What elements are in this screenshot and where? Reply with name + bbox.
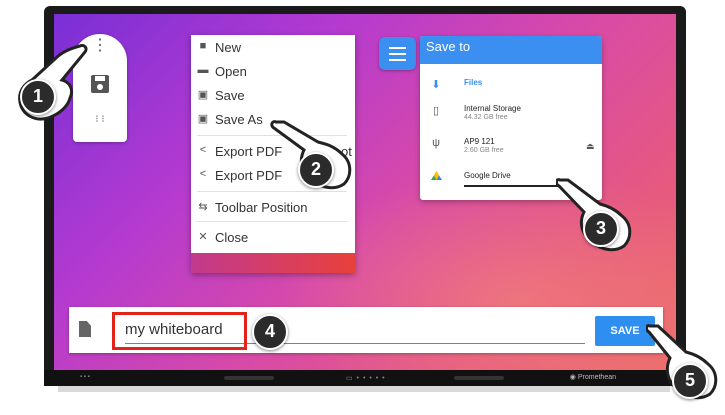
destination-name: Files [464, 78, 483, 87]
menu-item-label: Save [215, 88, 245, 103]
step-badge-2: 2 [298, 152, 334, 188]
destination-name: Internal Storage [464, 104, 521, 113]
hamburger-icon [389, 53, 406, 55]
step-badge-4: 4 [252, 314, 288, 350]
file-icon [79, 321, 91, 337]
save-icon: ▣ [197, 89, 209, 101]
speaker-grille [224, 376, 274, 380]
menu-item-label: Toolbar Position [215, 200, 308, 215]
menu-gradient-strip [191, 253, 355, 273]
toolbar-position-icon: ⇆ [198, 201, 208, 213]
menu-item-label: Save As [215, 112, 263, 127]
menu-toggle-button[interactable] [379, 37, 416, 70]
save-as-icon: ▣ [197, 113, 209, 125]
share-icon: < [199, 144, 207, 156]
menu-item-label: Open [215, 64, 247, 79]
monitor-bottom-bar: ▪ ▪ ▪ ▭ • • • • • ◉ Promethean [44, 370, 686, 386]
menu-divider [197, 221, 347, 222]
brand-name: Promethean [577, 374, 616, 381]
step-badge-3: 3 [583, 211, 619, 247]
speaker-grille [454, 376, 504, 380]
step-badge-5: 5 [672, 363, 708, 399]
step-badge-1: 1 [20, 79, 56, 115]
save-to-title: Save to [420, 36, 602, 64]
brand-logo: ◉ Promethean [569, 374, 616, 381]
menu-item-toolbar-position[interactable]: ⇆ Toolbar Position [191, 197, 355, 219]
destination-free-space: 44.32 GB free [464, 114, 508, 121]
menu-item-close[interactable]: ✕ Close [191, 227, 355, 249]
destination-name: Google Drive [464, 171, 511, 180]
folder-icon: ▬ [197, 64, 209, 76]
google-drive-icon [430, 171, 442, 184]
destination-name: AP9 121 [464, 137, 495, 146]
hamburger-icon [389, 59, 406, 61]
new-file-icon: ■ [199, 40, 207, 52]
monitor-stand [58, 386, 670, 392]
drive-underline [464, 185, 559, 187]
menu-item-label: Close [215, 230, 249, 245]
download-icon: ⬇ [431, 79, 441, 91]
eject-icon[interactable]: ⏏ [586, 141, 595, 152]
menu-item-open[interactable]: ▬ Open [191, 61, 355, 83]
front-buttons: ▭ • • • • • [346, 375, 386, 382]
hamburger-icon [389, 47, 406, 49]
status-indicator: ▪ ▪ ▪ [80, 374, 90, 380]
usb-icon: ψ [432, 137, 440, 149]
phone-icon: ▯ [432, 105, 440, 117]
menu-item-new[interactable]: ■ New [191, 37, 355, 59]
destination-free-space: 2.60 GB free [464, 147, 504, 154]
highlight-box [112, 312, 247, 350]
menu-item-label: New [215, 40, 242, 55]
menu-item-save[interactable]: ▣ Save [191, 85, 355, 107]
close-icon: ✕ [198, 231, 208, 243]
share-icon: < [199, 168, 207, 180]
